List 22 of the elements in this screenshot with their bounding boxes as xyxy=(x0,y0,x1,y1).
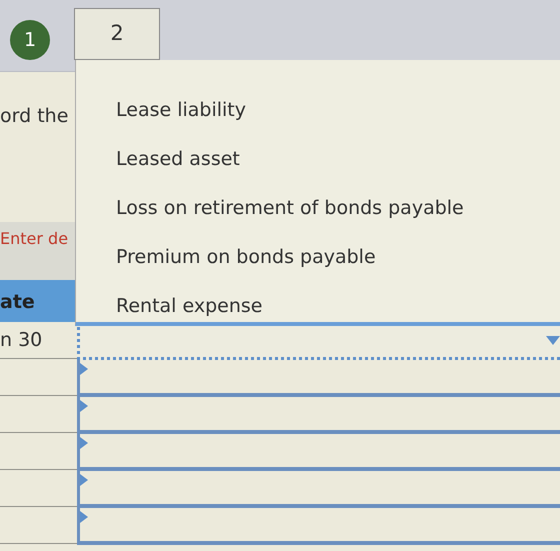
date-cell: n 30 xyxy=(0,329,42,351)
account-row[interactable] xyxy=(77,508,560,545)
menu-option[interactable]: Lease liability xyxy=(116,86,246,135)
triangle-icon xyxy=(80,437,88,449)
account-row[interactable] xyxy=(77,397,560,434)
hint-text: Enter de xyxy=(0,229,68,248)
triangle-icon xyxy=(80,363,88,375)
menu-option[interactable]: Leased asset xyxy=(116,135,240,184)
triangle-icon xyxy=(80,474,88,486)
step-tab[interactable]: 2 xyxy=(74,8,160,60)
menu-option[interactable]: Premium on bonds payable xyxy=(116,233,376,282)
triangle-icon xyxy=(80,400,88,412)
step-circle[interactable]: 1 xyxy=(10,20,50,60)
menu-option[interactable]: Rental expense xyxy=(116,282,262,331)
triangle-icon xyxy=(80,511,88,523)
account-row[interactable] xyxy=(77,434,560,471)
column-header: ate xyxy=(0,280,77,322)
account-row[interactable] xyxy=(77,471,560,508)
caret-icon xyxy=(546,336,560,346)
instruction-text: ord the xyxy=(0,105,68,127)
menu-option[interactable]: Loss on retirement of bonds payable xyxy=(116,184,464,233)
account-row[interactable] xyxy=(77,360,560,397)
